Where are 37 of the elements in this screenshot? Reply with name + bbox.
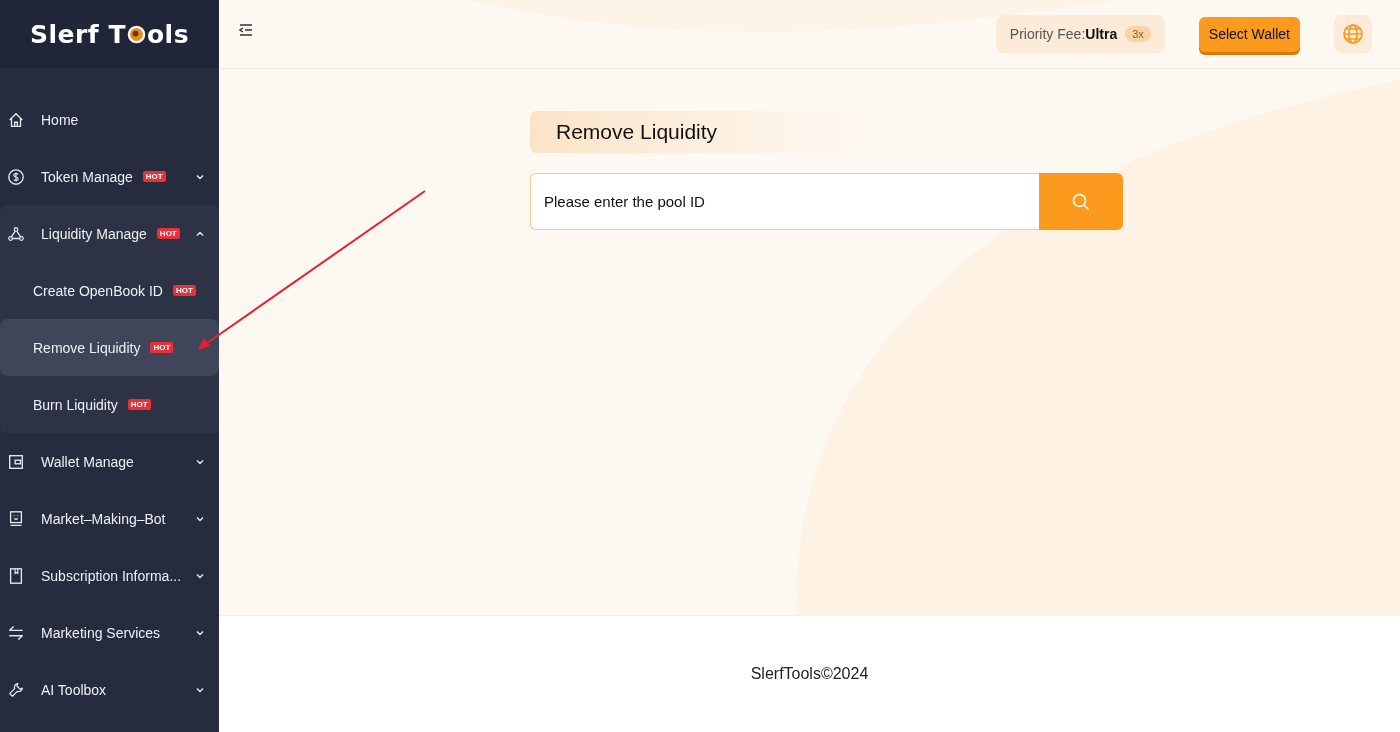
network-icon (7, 224, 25, 243)
swap-icon (7, 623, 25, 642)
pool-id-field[interactable]: Please enter the pool ID (530, 173, 1039, 230)
home-icon (7, 110, 25, 129)
submenu-item[interactable]: Remove Liquidity HOT (0, 319, 219, 376)
sidebar-item[interactable]: Subscription Informa... (0, 547, 219, 604)
priority-fee-panel[interactable]: Priority Fee:Ultra 3x (995, 15, 1165, 53)
wrench-icon (7, 680, 25, 699)
search-icon (1071, 191, 1091, 212)
logo-text: ols (146, 19, 190, 49)
search-button[interactable] (1039, 173, 1123, 230)
hot-badge: HOT (172, 285, 196, 296)
robot-icon (7, 509, 25, 528)
copyright-text: SlerfTools©2024 (750, 665, 869, 683)
hot-badge: HOT (150, 342, 174, 353)
submenu-item[interactable]: Burn Liquidity HOT (0, 376, 219, 433)
logo-icon (126, 24, 146, 44)
hot-badge: HOT (127, 399, 151, 410)
sidebar-item[interactable]: Market–Making–Bot (0, 490, 219, 547)
multiplier-badge: 3x (1125, 26, 1151, 42)
menu-icon[interactable] (239, 23, 253, 37)
hot-badge: HOT (156, 228, 180, 239)
sidebar-item[interactable]: Home (0, 91, 219, 148)
language-button[interactable] (1334, 15, 1372, 53)
dollar-icon (7, 167, 25, 186)
sidebar-item[interactable]: Liquidity Manage HOT (0, 205, 219, 262)
hot-badge: HOT (142, 171, 166, 182)
wallet-icon (7, 452, 25, 471)
sidebar-item[interactable]: Marketing Services (0, 604, 219, 661)
sidebar-item[interactable]: Token Manage HOT (0, 148, 219, 205)
logo-text: Slerf T (29, 19, 126, 49)
select-wallet-button[interactable]: Select Wallet (1198, 16, 1300, 52)
sidebar-item[interactable]: Wallet Manage (0, 433, 219, 490)
sidebar-item[interactable]: AI Toolbox (0, 661, 219, 718)
globe-icon (1342, 23, 1364, 45)
submenu-item[interactable]: Create OpenBook ID HOT (0, 262, 219, 319)
book-icon (7, 566, 25, 585)
